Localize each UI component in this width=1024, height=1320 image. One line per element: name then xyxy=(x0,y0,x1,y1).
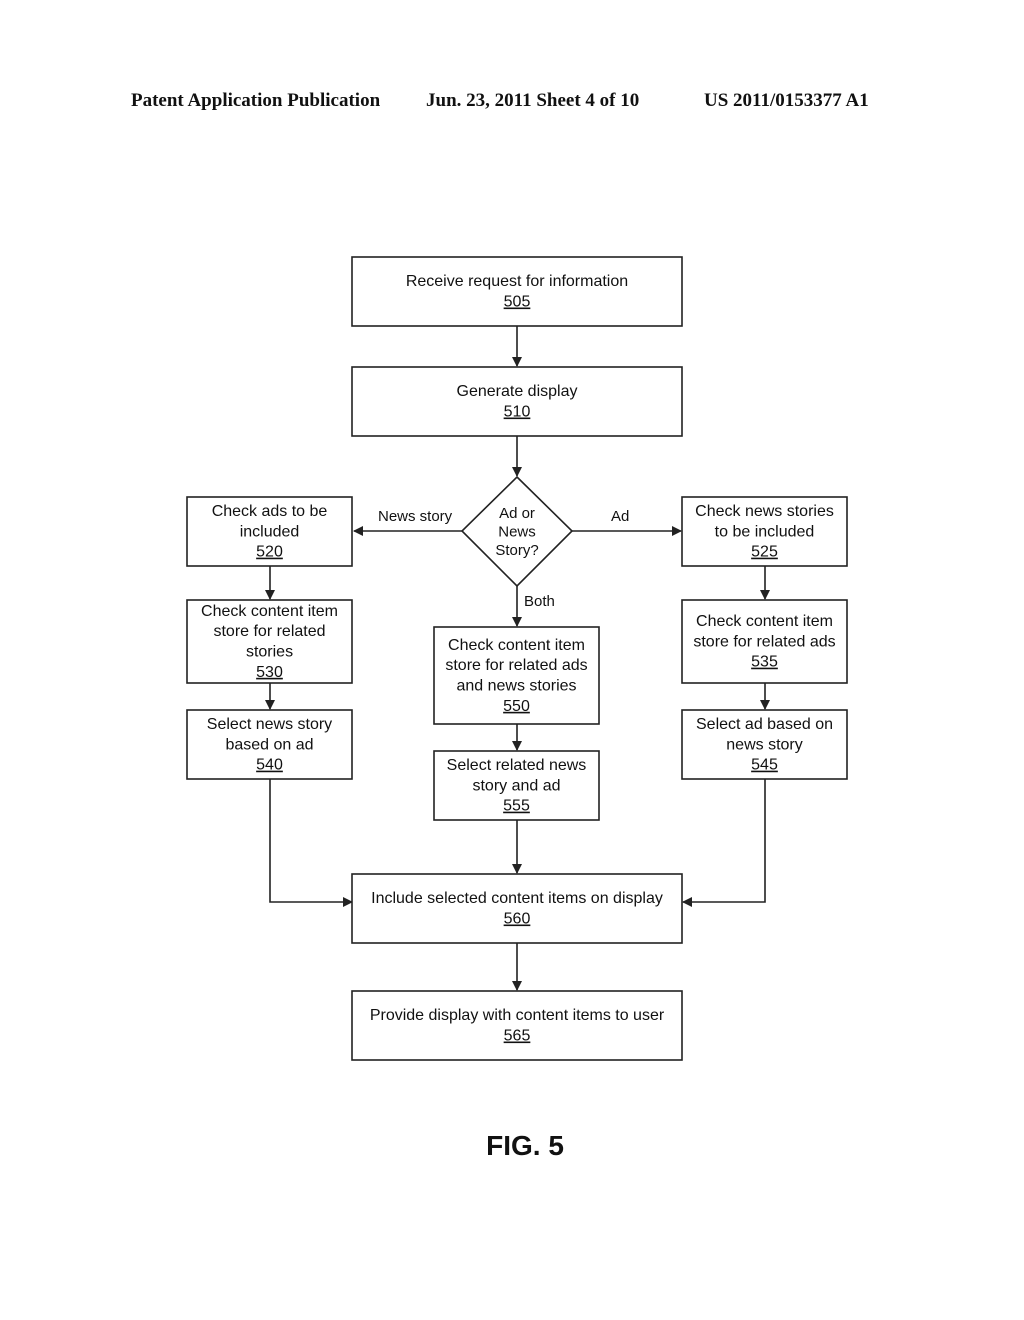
step-box-border xyxy=(351,366,683,437)
step-box-505: Receive request for information 505 xyxy=(351,256,683,327)
arrow-540-560 xyxy=(269,779,353,907)
step-box-border xyxy=(351,256,683,327)
step-box-545: Select ad based on news story 545 xyxy=(681,709,848,780)
step-box-border xyxy=(351,990,683,1061)
step-text-line: based on ad xyxy=(225,736,313,753)
step-box-525: Check news stories to be included 525 xyxy=(681,496,848,567)
step-text-line: stories xyxy=(246,644,293,661)
step-ref-number: 550 xyxy=(503,698,530,715)
step-text-line: store for related ads xyxy=(445,657,587,674)
step-text-line: and news stories xyxy=(456,678,576,695)
step-text-line: Select ad based on xyxy=(696,716,833,733)
step-ref-number: 520 xyxy=(256,544,283,561)
step-text-line: included xyxy=(240,523,300,540)
step-ref-number: 560 xyxy=(504,911,531,928)
step-box-540: Select news story based on ad 540 xyxy=(186,709,353,780)
step-ref-number: 530 xyxy=(256,664,283,681)
step-text-line: Include selected content items on displa… xyxy=(371,890,663,907)
step-text-line: Check ads to be xyxy=(212,503,328,520)
step-text-line: store for related ads xyxy=(693,633,835,650)
decision-diamond: Ad or NewsStory? xyxy=(460,475,574,588)
step-ref-number: 535 xyxy=(751,654,778,671)
step-text-line: Check content item xyxy=(696,613,833,630)
flowchart: News story Ad Both Receive request for i… xyxy=(186,256,848,1061)
step-box-510: Generate display 510 xyxy=(351,366,683,437)
step-ref-number: 545 xyxy=(751,757,778,774)
step-ref-number: 565 xyxy=(504,1028,531,1045)
step-text-line: Select news story xyxy=(207,716,332,733)
edge-label-both: Both xyxy=(524,593,555,610)
step-text-line: Check news stories xyxy=(695,503,834,520)
step-ref-number: 525 xyxy=(751,544,778,561)
step-text-line: story and ad xyxy=(472,777,560,794)
figure-label: FIG. 5 xyxy=(486,1130,564,1161)
step-box-555: Select related news story and ad 555 xyxy=(433,750,600,821)
decision-text-line: Ad or xyxy=(499,505,535,522)
step-box-565: Provide display with content items to us… xyxy=(351,990,683,1061)
step-box-550: Check content item store for related ads a… xyxy=(433,626,600,725)
step-text-line: news story xyxy=(726,736,802,753)
step-text-line: store for related xyxy=(213,623,325,640)
step-box-520: Check ads to be included 520 xyxy=(186,496,353,567)
step-text-line: Receive request for information xyxy=(406,273,628,290)
decision-text-line: Story? xyxy=(495,542,538,559)
step-text-line: Select related news xyxy=(447,757,587,774)
step-ref-number: 510 xyxy=(504,404,531,421)
step-box-560: Include selected content items on displa… xyxy=(351,873,683,944)
decision-text-line: News xyxy=(498,524,536,541)
step-text-line: Check content item xyxy=(448,637,585,654)
step-ref-number: 505 xyxy=(504,294,531,311)
step-text-line: Provide display with content items to us… xyxy=(370,1007,665,1024)
step-ref-number: 540 xyxy=(256,757,283,774)
step-text-line: Generate display xyxy=(457,383,578,400)
step-text-line: to be included xyxy=(715,523,815,540)
step-text-line: Check content item xyxy=(201,603,338,620)
edge-label-news-story: News story xyxy=(378,508,453,525)
step-ref-number: 555 xyxy=(503,798,530,815)
step-box-530: Check content item store for related stori… xyxy=(186,599,353,684)
edge-label-ad: Ad xyxy=(611,508,629,525)
step-box-535: Check content item store for related ads 5… xyxy=(681,599,848,684)
step-box-border xyxy=(351,873,683,944)
arrow-545-560 xyxy=(682,779,766,907)
